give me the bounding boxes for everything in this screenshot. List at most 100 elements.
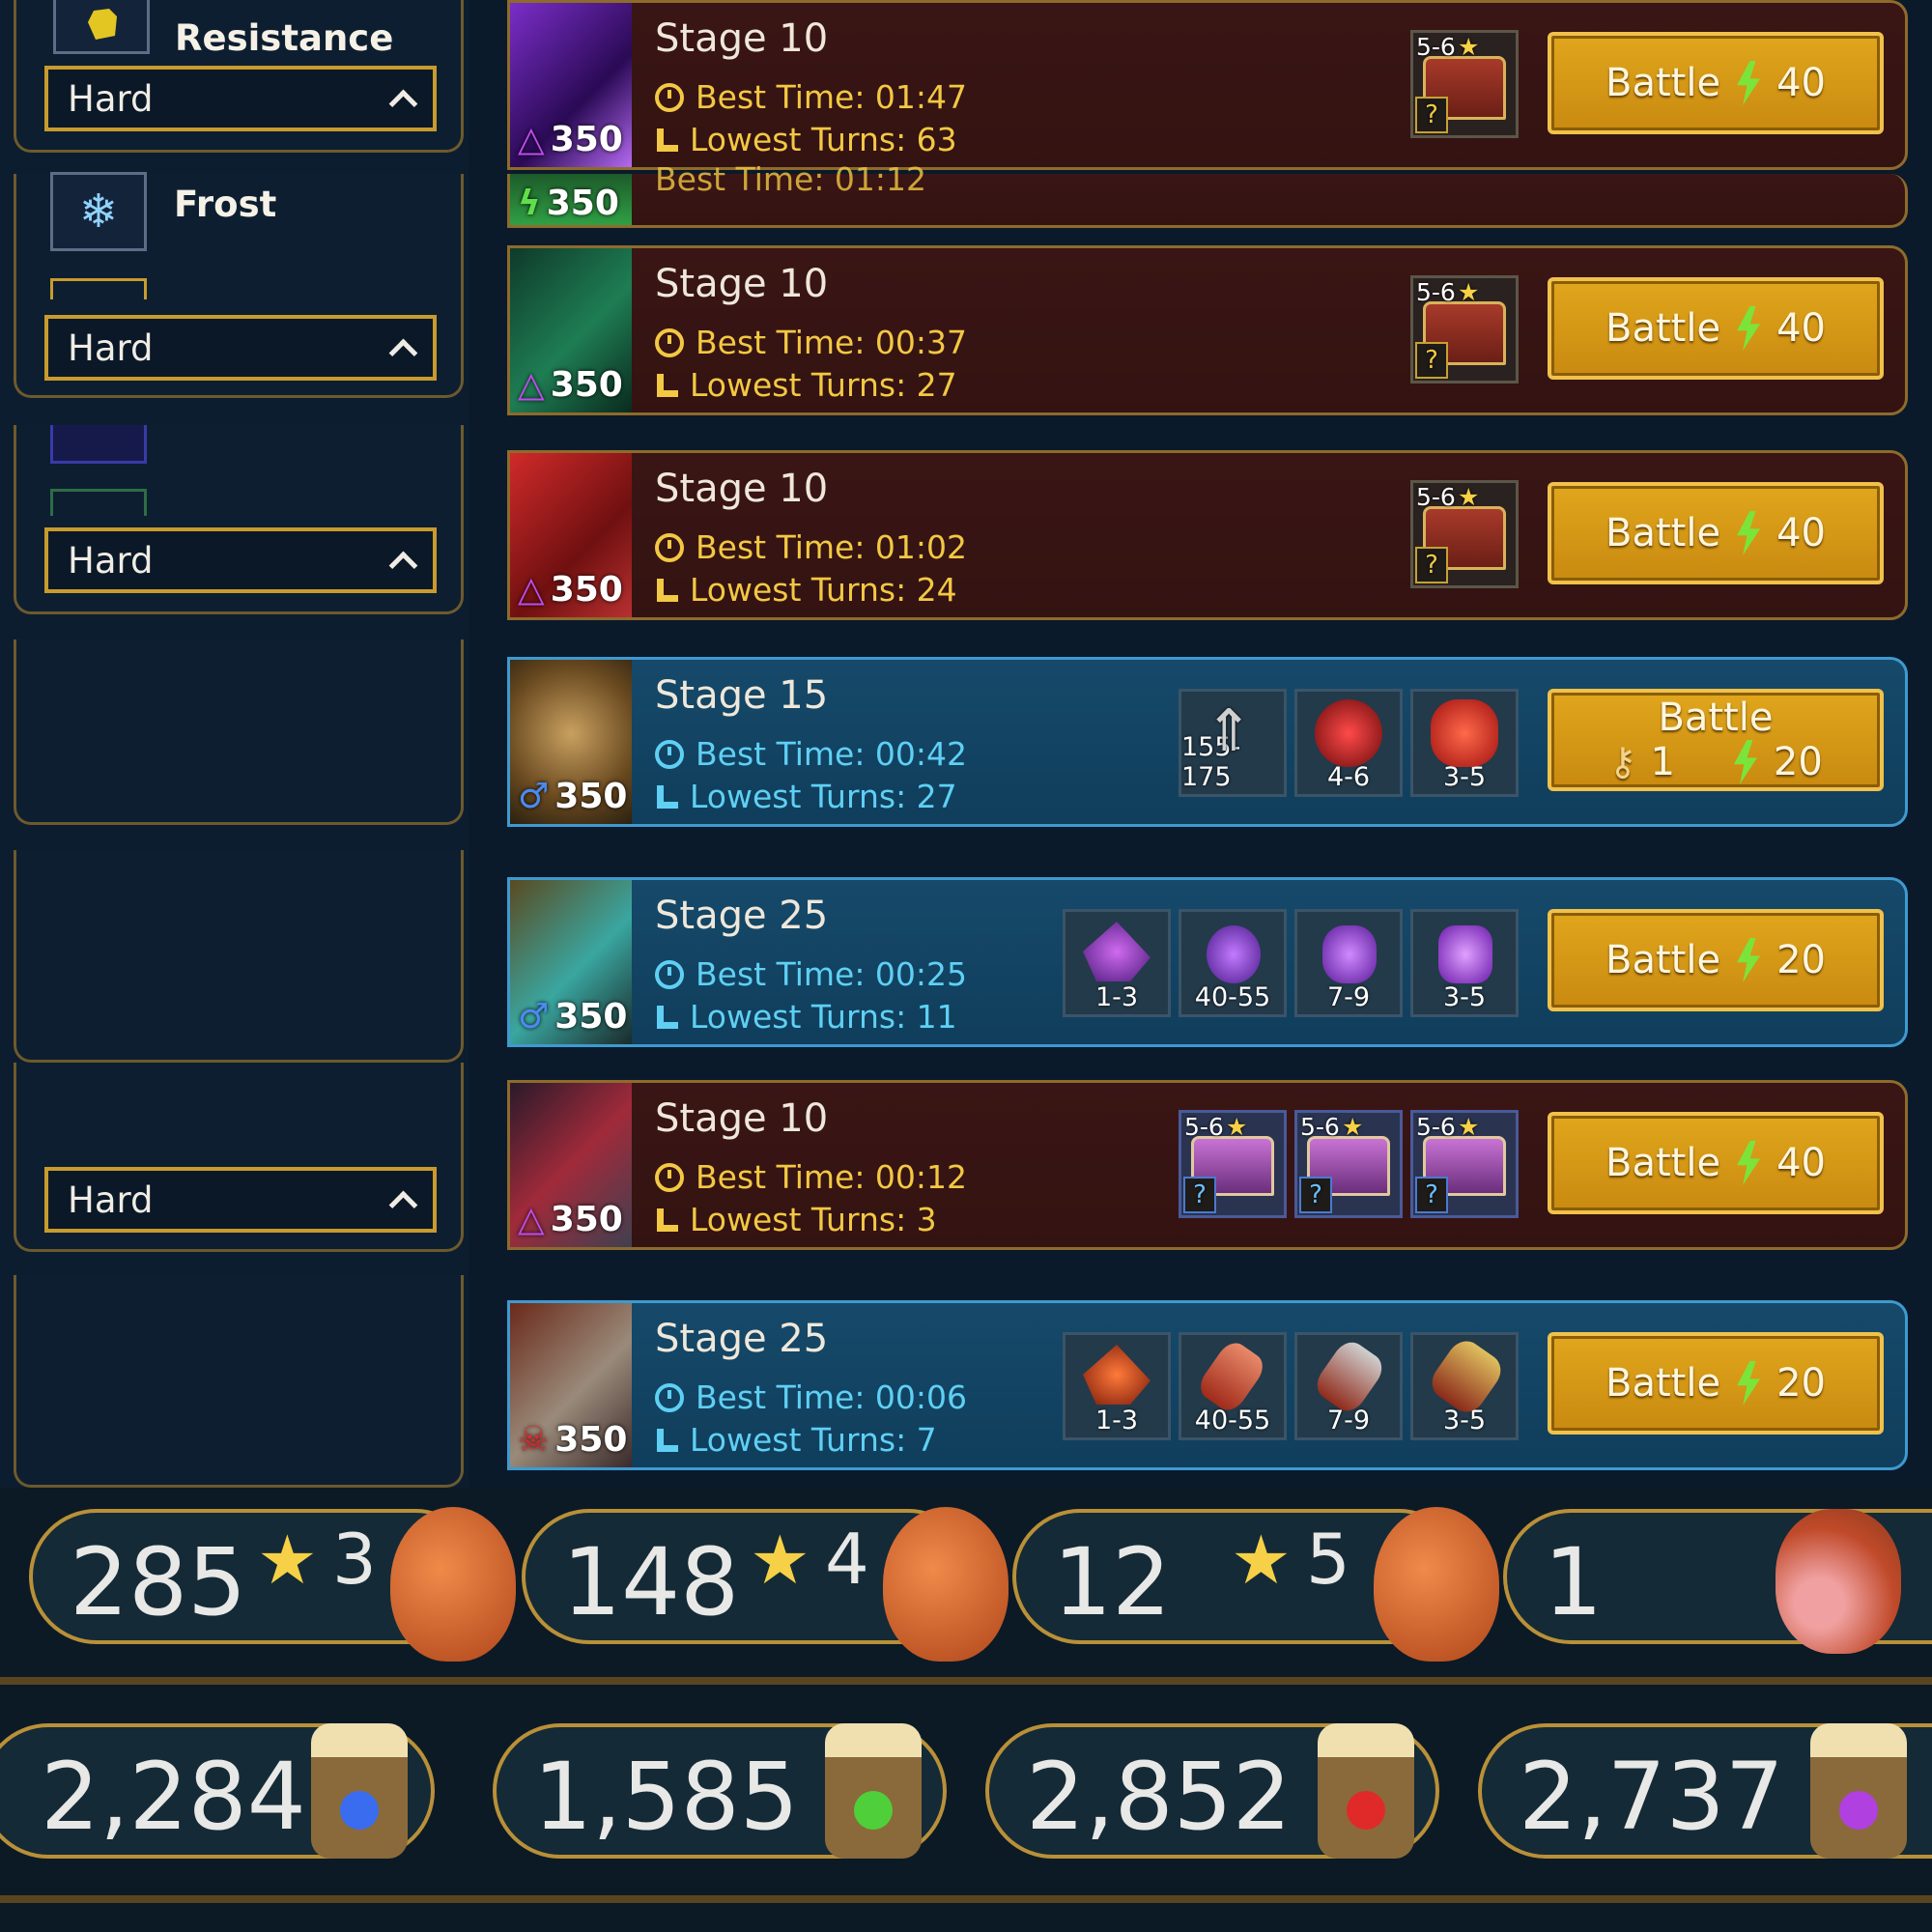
- chevron-up-icon: [388, 551, 418, 580]
- food-counter: 148 ★ 4: [522, 1507, 1009, 1662]
- potion-counter: 2,852: [985, 1723, 1439, 1859]
- chevron-up-icon: [388, 1190, 418, 1219]
- chicken-icon: [390, 1507, 516, 1662]
- clock-icon: [655, 739, 684, 769]
- stage-title: Stage 25: [655, 894, 829, 938]
- boss-portrait: ♂ 350: [510, 660, 632, 824]
- boss-portrait: △ 350: [510, 453, 632, 617]
- green-potion-icon: [825, 1723, 922, 1859]
- purple-potion-icon: [1438, 925, 1492, 983]
- difficulty-dropdown[interactable]: Hard: [44, 1167, 437, 1233]
- empty-panel: [14, 1275, 464, 1488]
- reward-chest[interactable]: 5-6 ★ ?: [1410, 275, 1519, 384]
- red-artifact-icon: [1315, 699, 1382, 767]
- reward-chest[interactable]: 5-6 ★ ?: [1410, 30, 1519, 138]
- battle-button[interactable]: Battle 40: [1548, 277, 1884, 380]
- reward-item[interactable]: 7-9: [1294, 1332, 1403, 1440]
- stage-title: Stage 10: [655, 262, 829, 306]
- empty-panel: [14, 639, 464, 825]
- power-level: △ 350: [518, 120, 623, 159]
- stage-row: △ 350 Stage 10 Best Time: 01:02 Lowest Tu…: [507, 450, 1908, 620]
- boss-portrait: △ 350: [510, 1083, 632, 1247]
- battle-button[interactable]: Battle 20: [1548, 1332, 1884, 1435]
- red-flower-icon: [1431, 699, 1498, 767]
- stage-title: Stage 10: [655, 1096, 829, 1141]
- blue-potion-icon: [311, 1723, 408, 1859]
- lowest-turns: Lowest Turns: 7: [655, 1421, 937, 1459]
- clock-icon: [655, 532, 684, 562]
- fist-icon: [53, 0, 150, 54]
- affinity-tab-edge: [50, 425, 147, 464]
- energy-icon: [1737, 938, 1761, 982]
- lowest-turns: Lowest Turns: 63: [655, 121, 957, 158]
- reward-item[interactable]: 4-6: [1294, 689, 1403, 797]
- purple-potion-icon: [1207, 925, 1261, 983]
- stage-row: △ 350 Stage 10 Best Time: 00:37 Lowest Tu…: [507, 245, 1908, 415]
- food-counter: 1: [1503, 1509, 1932, 1654]
- meat-icon: [1776, 1509, 1901, 1654]
- purple-shard-icon: [1083, 922, 1151, 981]
- battle-button[interactable]: Battle 40: [1548, 482, 1884, 584]
- reward-item[interactable]: 3-5: [1410, 689, 1519, 797]
- lowest-turns: Lowest Turns: 3: [655, 1201, 937, 1238]
- turns-icon: [655, 128, 678, 152]
- chicken-icon: [883, 1507, 1009, 1662]
- divider: [0, 1677, 1932, 1685]
- turns-icon: [655, 1208, 678, 1232]
- reward-chest[interactable]: 5-6 ★ ?: [1410, 480, 1519, 588]
- stage-row: △ 350 Stage 10 Best Time: 00:12 Lowest Tu…: [507, 1080, 1908, 1250]
- stage-row: ♂ 350 Stage 25 Best Time: 00:25 Lowest Tu…: [507, 877, 1908, 1047]
- turns-icon: [655, 1428, 678, 1452]
- reward-chest[interactable]: 5-6 ★?: [1294, 1110, 1403, 1218]
- affinity-sidebar: Resistance Hard ❄ Frost Hard Hard Hard: [0, 0, 469, 1488]
- difficulty-dropdown[interactable]: Hard: [44, 527, 437, 593]
- affinity-label: Frost: [174, 184, 277, 225]
- battle-button[interactable]: Battle 40: [1548, 32, 1884, 134]
- stage-title: Stage 10: [655, 467, 829, 511]
- reward-chest[interactable]: 5-6 ★?: [1179, 1110, 1287, 1218]
- snowflake-icon[interactable]: ❄: [50, 172, 147, 251]
- affinity-label: Resistance: [175, 17, 394, 59]
- potion-counter: 2,284: [0, 1723, 435, 1859]
- energy-icon: [1737, 511, 1761, 555]
- best-time: Best Time: 00:25: [655, 955, 967, 993]
- difficulty-dropdown[interactable]: Hard: [44, 66, 437, 131]
- energy-icon: [1737, 61, 1761, 105]
- energy-icon: [1737, 1361, 1761, 1406]
- red-potion-icon: [1194, 1337, 1269, 1416]
- difficulty-value: Hard: [68, 1179, 154, 1221]
- reward-item[interactable]: 1-3: [1063, 1332, 1171, 1440]
- purple-potion-icon: [1322, 925, 1377, 983]
- boss-portrait: ☠ 350: [510, 1303, 632, 1467]
- chicken-icon: [1374, 1507, 1499, 1662]
- reward-item[interactable]: 40-55: [1179, 1332, 1287, 1440]
- chevron-up-icon: [388, 338, 418, 367]
- battle-button[interactable]: Battle 20: [1548, 909, 1884, 1011]
- lowest-turns: Lowest Turns: 27: [655, 366, 957, 404]
- rank-up-icon: ⇑: [1205, 697, 1254, 765]
- clock-icon: [655, 959, 684, 989]
- reward-item[interactable]: 3-5: [1410, 1332, 1519, 1440]
- stage-title: Stage 25: [655, 1317, 829, 1361]
- divider: [0, 1895, 1932, 1903]
- difficulty-value: Hard: [68, 77, 154, 120]
- best-time: Best Time: 01:02: [655, 528, 967, 566]
- reward-item[interactable]: 3-5: [1410, 909, 1519, 1017]
- reward-item[interactable]: 1-3: [1063, 909, 1171, 1017]
- difficulty-dropdown[interactable]: Hard: [44, 315, 437, 381]
- reward-item[interactable]: 40-55: [1179, 909, 1287, 1017]
- red-potion-icon: [1425, 1335, 1508, 1419]
- affinity-tab-edge: [50, 278, 147, 299]
- reward-chest[interactable]: 5-6 ★?: [1410, 1110, 1519, 1218]
- best-time: Best Time: 01:12: [655, 160, 927, 198]
- power-level: △ 350: [518, 1200, 623, 1239]
- reward-item[interactable]: ⇑ 155-175: [1179, 689, 1287, 797]
- energy-icon: [1737, 306, 1761, 351]
- lowest-turns: Lowest Turns: 11: [655, 998, 957, 1036]
- battle-button[interactable]: Battle ⚷ 1 20: [1548, 689, 1884, 791]
- battle-button[interactable]: Battle 40: [1548, 1112, 1884, 1214]
- reward-item[interactable]: 7-9: [1294, 909, 1403, 1017]
- clock-icon: [655, 82, 684, 112]
- stage-title: Stage 15: [655, 673, 829, 718]
- power-level: △ 350: [518, 365, 623, 405]
